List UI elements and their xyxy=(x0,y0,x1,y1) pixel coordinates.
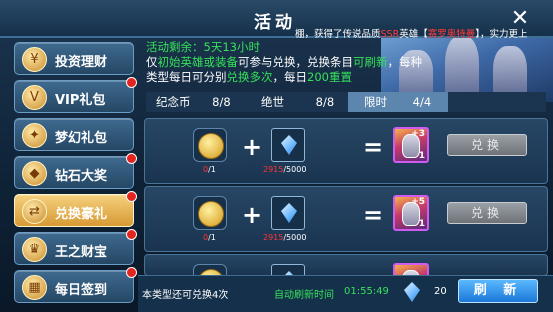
notification-badge xyxy=(126,191,137,202)
tab-label: 限时 xyxy=(364,95,387,109)
sidebar-item-invest[interactable]: ¥ 投资理财 xyxy=(14,42,134,75)
sidebar-item-treasure[interactable]: ♛ 王之财宝 xyxy=(14,229,137,265)
diamond-icon xyxy=(271,196,305,230)
diamond-icon xyxy=(404,282,420,302)
notification-badge xyxy=(126,153,137,164)
rules-text: ，每日 xyxy=(272,70,308,84)
auto-refresh-time: 01:55:49 xyxy=(344,286,389,297)
tab-limited[interactable]: 限时 4/4 xyxy=(348,92,448,112)
hero-quantity: 1 xyxy=(418,219,425,229)
hero-level: +3 xyxy=(411,129,425,139)
ticker-text: 英雄【 xyxy=(399,29,428,40)
gem-balance: 20 xyxy=(434,286,447,297)
tab-label: 绝世 xyxy=(261,95,284,109)
ticker-text: 】，实力更上 xyxy=(475,29,528,40)
ticker-rarity: SSR xyxy=(380,29,400,40)
ticker-hero-name: 赛罗奥特曼 xyxy=(427,29,476,40)
exchange-row: 0/1 + 2915/5000 = +5 1 兑换 xyxy=(144,186,548,252)
main-panel: 活动剩余：5天13小时 仅初始英雄或装备可参与兑换，兑换条目可刷新，每种 类型每… xyxy=(138,40,553,312)
tab-count: 4/4 xyxy=(412,95,432,109)
sidebar-item-label: 钻石大奖 xyxy=(55,169,108,184)
coin-count: 0/1 xyxy=(203,165,216,174)
equals-icon: = xyxy=(363,201,384,229)
sidebar-item-dream-gift[interactable]: ✦ 梦幻礼包 xyxy=(14,118,134,151)
rules-highlight: 可刷新 xyxy=(353,55,388,69)
category-tabs: 纪念币 8/8 绝世 8/8 限时 4/4 xyxy=(146,92,546,112)
coin-count: 0/1 xyxy=(203,233,216,242)
event-rules-line: 仅初始英雄或装备可参与兑换，兑换条目可刷新，每种 xyxy=(146,55,546,70)
plus-icon: + xyxy=(242,133,263,161)
remaining-label: 活动剩余： xyxy=(146,40,204,54)
rules-highlight: 兑换多次 xyxy=(226,70,273,84)
sidebar-item-vip[interactable]: V VIP礼包 xyxy=(14,77,137,113)
notification-badge xyxy=(126,77,137,88)
rules-highlight: 初始英雄或装备 xyxy=(157,55,239,69)
refresh-button[interactable]: 刷 新 xyxy=(458,279,538,303)
sidebar-item-label: 每日签到 xyxy=(55,283,108,298)
exchange-button[interactable]: 兑换 xyxy=(447,134,527,156)
equals-icon: = xyxy=(363,133,384,161)
rules-text: ，每种 xyxy=(387,55,423,69)
remaining-exchanges: 本类型还可兑换4次 xyxy=(142,290,229,301)
exchange-button[interactable]: 兑换 xyxy=(447,202,527,224)
tab-count: 8/8 xyxy=(315,95,335,109)
event-info: 活动剩余：5天13小时 仅初始英雄或装备可参与兑换，兑换条目可刷新，每种 类型每… xyxy=(146,40,546,85)
vip-icon: V xyxy=(22,85,47,110)
rules-text: 类型每日可分别 xyxy=(146,70,227,84)
tab-commemorative-coin[interactable]: 纪念币 8/8 xyxy=(156,92,256,112)
hero-level: +5 xyxy=(411,197,425,207)
sidebar-item-exchange[interactable]: ⇄ 兑换豪礼 xyxy=(14,191,137,227)
sidebar-item-diamond[interactable]: ◆ 钻石大奖 xyxy=(14,153,137,189)
event-rules-line: 类型每日可分别兑换多次，每日200重置 xyxy=(146,70,546,85)
commemorative-coin-icon xyxy=(193,196,227,230)
notification-badge xyxy=(126,267,137,278)
treasure-icon: ♛ xyxy=(22,237,47,262)
event-remaining: 活动剩余：5天13小时 xyxy=(146,40,546,55)
sidebar: ¥ 投资理财 V VIP礼包 ✦ 梦幻礼包 ◆ 钻石大奖 ⇄ 兑换豪礼 ♛ 王之… xyxy=(6,40,137,312)
gem-count: 2915/5000 xyxy=(263,165,307,174)
sidebar-item-label: 王之财宝 xyxy=(55,245,108,260)
tab-count: 8/8 xyxy=(212,95,231,109)
coin-icon: ¥ xyxy=(22,47,47,72)
sidebar-item-daily-signin[interactable]: ▦ 每日签到 xyxy=(14,267,137,303)
tab-peerless[interactable]: 绝世 8/8 xyxy=(261,92,361,112)
sidebar-item-label: 投资理财 xyxy=(55,55,108,70)
plus-icon: + xyxy=(242,201,263,229)
rules-text: 仅 xyxy=(146,55,158,69)
diamond-icon: ◆ xyxy=(22,161,47,186)
broadcast-ticker: 棚，获得了传说品质SSR英雄【赛罗奥特曼】，实力更上 xyxy=(295,26,553,40)
hero-quantity: 1 xyxy=(418,151,425,161)
tab-label: 纪念币 xyxy=(156,95,191,109)
calendar-icon: ▦ xyxy=(22,275,47,300)
ticker-text: 棚，获得了传说品质 xyxy=(295,29,381,40)
exchange-row-partial xyxy=(144,254,548,276)
gem-count: 2915/5000 xyxy=(263,233,307,242)
hero-reward-icon[interactable]: +3 1 xyxy=(393,127,429,163)
remaining-time: 5天13小时 xyxy=(203,40,260,54)
bottom-bar: 本类型还可兑换4次 自动刷新时间 01:55:49 20 刷 新 xyxy=(138,275,553,312)
rules-highlight: 200重置 xyxy=(307,70,352,84)
sidebar-item-label: 梦幻礼包 xyxy=(55,131,108,146)
rules-text: 可参与兑换，兑换条目 xyxy=(238,55,353,69)
commemorative-coin-icon xyxy=(193,128,227,162)
notification-badge xyxy=(126,229,137,240)
hero-reward-icon[interactable]: +5 1 xyxy=(393,195,429,231)
exchange-row: 0/1 + 2915/5000 = +3 1 兑换 xyxy=(144,118,548,184)
auto-refresh-label: 自动刷新时间 xyxy=(274,290,334,301)
exchange-icon: ⇄ xyxy=(22,199,47,224)
diamond-icon xyxy=(271,128,305,162)
gift-icon: ✦ xyxy=(22,123,47,148)
sidebar-item-label: 兑换豪礼 xyxy=(55,207,108,222)
sidebar-item-label: VIP礼包 xyxy=(55,93,106,108)
